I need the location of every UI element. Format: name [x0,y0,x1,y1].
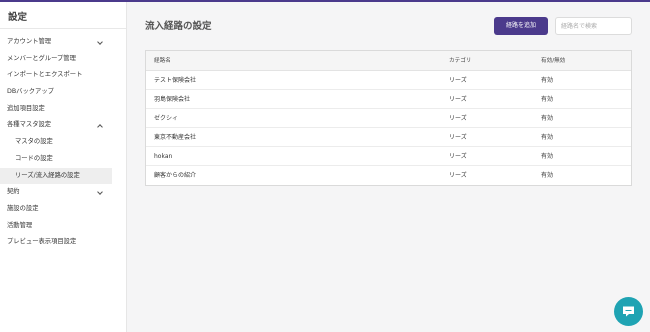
chevron-down-icon[interactable] [97,39,103,45]
sidebar-item-label: DBバックアップ [7,88,54,96]
route-name-cell: 顧客からの紹介 [154,172,197,179]
sidebar-item-label: リーズ/流入経路の設定 [15,171,80,179]
table-header: 経路名 カテゴリ 有効/無効 [146,51,631,71]
table-row[interactable]: 羽島保険会社 リーズ 有効 [146,90,631,109]
table-row[interactable]: テスト保険会社 リーズ 有効 [146,71,631,90]
status-cell: 有効 [541,134,554,141]
sidebar-item-label: マスタの設定 [15,138,53,146]
chat-bubble-icon [623,306,634,317]
sidebar-item[interactable]: アカウント管理 [0,34,126,51]
column-header-category: カテゴリ [449,58,472,64]
sidebar-item-label: 各種マスタ設定 [7,121,52,129]
sidebar-title: 設定 [0,2,126,29]
sidebar-item[interactable]: 追加項目設定 [0,101,126,118]
route-name-cell: 東京不動産会社 [154,134,197,141]
sidebar-item-label: コードの設定 [15,154,53,162]
status-cell: 有効 [541,172,554,179]
category-cell: リーズ [449,96,467,103]
category-cell: リーズ [449,115,467,122]
status-cell: 有効 [541,96,554,103]
settings-sidebar: 設定 アカウント管理メンバーとグループ管理 インポートとエクスポート DBバックアッ… [0,2,127,332]
status-cell: 有効 [541,153,554,160]
sidebar-item-label: メンバーとグループ管理 [7,54,76,62]
page-title: 流入経路の設定 [145,21,212,32]
column-header-status: 有効/無効 [541,58,566,64]
chevron-down-icon[interactable] [97,189,103,196]
sidebar-item[interactable]: 活動管理 [0,218,126,235]
add-route-button[interactable]: 経路を追加 [494,17,548,35]
routes-table: 経路名 カテゴリ 有効/無効 テスト保険会社 リーズ 有効 羽島保険会社 リーズ 有効 ゼク… [145,50,632,186]
sidebar-item-label: 追加項目設定 [7,104,45,112]
table-row[interactable]: 東京不動産会社 リーズ 有効 [146,128,631,147]
sidebar-item[interactable]: コードの設定 [0,151,126,168]
chevron-up-icon[interactable] [97,124,103,131]
route-name-cell: 羽島保険会社 [154,96,191,103]
route-name-cell: hokan [154,153,173,160]
sidebar-item[interactable]: 契約 [0,184,126,201]
status-cell: 有効 [541,77,554,84]
sidebar-item-label: 施設の設定 [7,204,39,212]
sidebar-item[interactable]: インポートとエクスポート [0,67,126,84]
route-search-input[interactable] [555,17,632,35]
category-cell: リーズ [449,77,467,84]
sidebar-item-label: インポートとエクスポート [7,71,83,79]
chat-widget-button[interactable] [614,297,643,326]
route-name-cell: ゼクシィ [154,115,179,122]
table-row[interactable]: 顧客からの紹介 リーズ 有効 [146,166,631,185]
sidebar-item-label: プレビュー表示項目設定 [7,238,77,246]
sidebar-item-label: 契約 [7,188,20,196]
sidebar-item[interactable]: プレビュー表示項目設定 [0,234,126,251]
sidebar-item[interactable]: メンバーとグループ管理 [0,51,126,68]
table-row[interactable]: ゼクシィ リーズ 有効 [146,109,631,128]
table-body: テスト保険会社 リーズ 有効 羽島保険会社 リーズ 有効 ゼクシィ リーズ 有効 東京不動産会社リ… [146,71,631,185]
category-cell: リーズ [449,153,467,160]
sidebar-item-label: 活動管理 [7,221,33,229]
sidebar-item[interactable]: DBバックアップ [0,84,126,101]
route-name-cell: テスト保険会社 [154,77,197,84]
category-cell: リーズ [449,172,467,179]
status-cell: 有効 [541,115,554,122]
column-header-route-name: 経路名 [154,58,171,64]
sidebar-menu: アカウント管理メンバーとグループ管理 インポートとエクスポート DBバックアップ 追加… [0,34,126,251]
sidebar-item-label: アカウント管理 [7,38,52,45]
sidebar-item[interactable]: 各種マスタ設定 [0,117,126,134]
sidebar-item[interactable]: リーズ/流入経路の設定 [0,167,112,185]
sidebar-item[interactable]: 施設の設定 [0,201,126,218]
table-row[interactable]: hokan リーズ 有効 [146,147,631,166]
sidebar-item[interactable]: マスタの設定 [0,134,126,151]
category-cell: リーズ [449,134,467,141]
